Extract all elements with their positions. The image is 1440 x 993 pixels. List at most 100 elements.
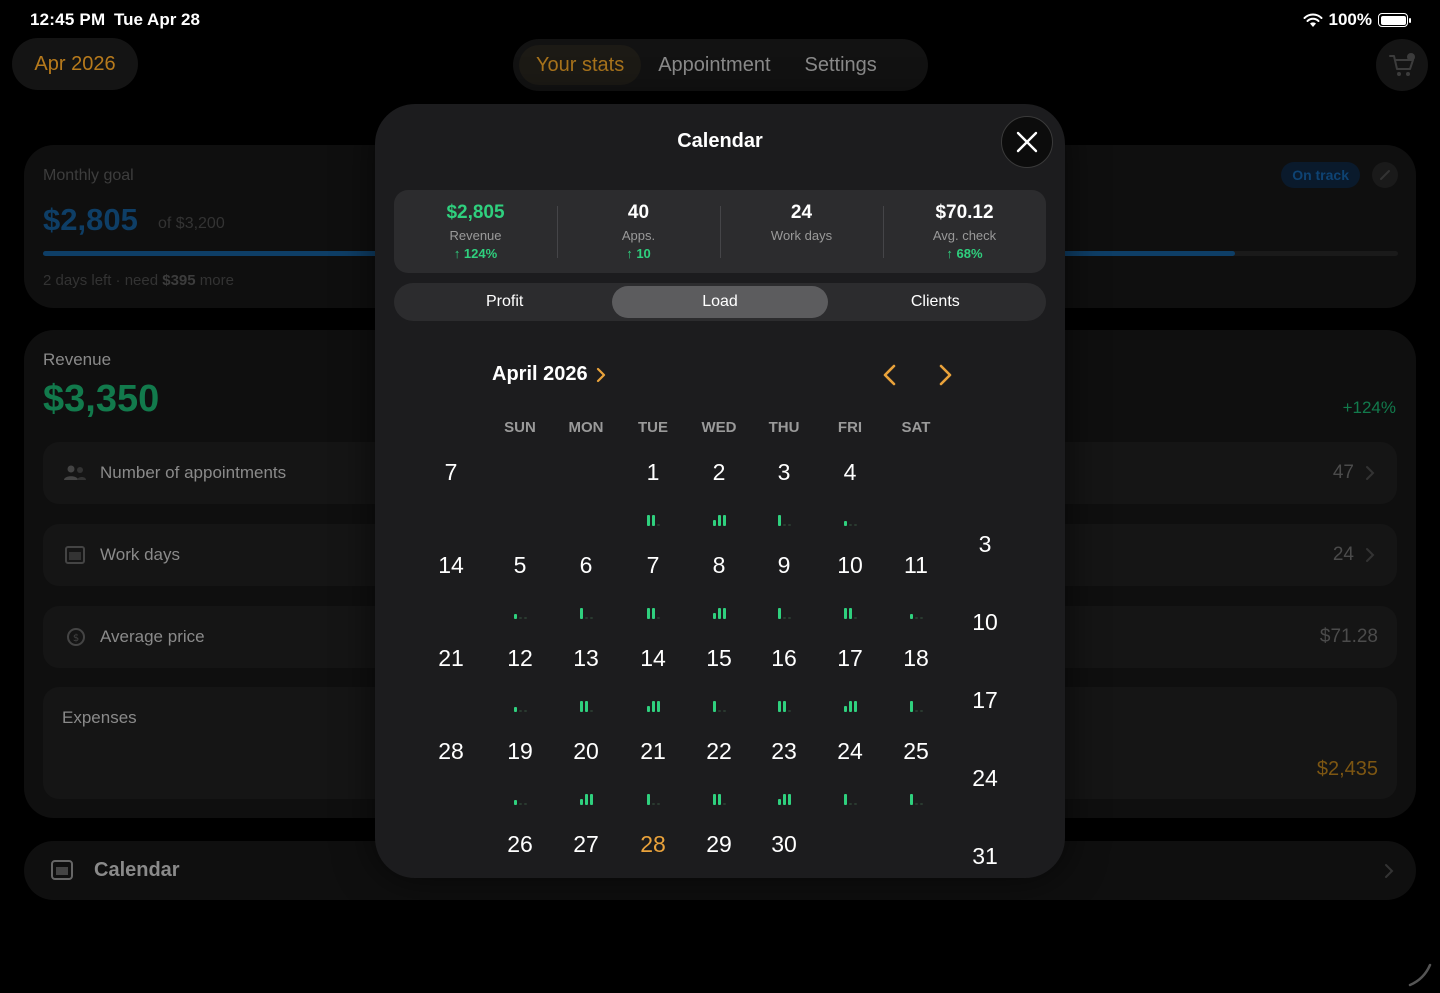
day-cell[interactable]: 2: [686, 459, 752, 486]
chevron-right-icon: [1366, 466, 1375, 480]
load-indicator: [910, 614, 923, 619]
load-indicator: [778, 608, 791, 619]
day-cell[interactable]: 3: [751, 459, 817, 486]
goal-amount: $2,805: [43, 202, 138, 237]
stat-delta: ↑ 124%: [453, 246, 498, 261]
load-bar: [713, 613, 716, 619]
load-bar: [585, 794, 588, 805]
day-cell[interactable]: 8: [686, 552, 752, 579]
revenue-amount: $3,350: [43, 378, 160, 420]
day-cell[interactable]: 23: [751, 738, 817, 765]
load-indicator: [844, 608, 857, 619]
day-cell[interactable]: 12: [487, 645, 553, 672]
edit-goal-button[interactable]: [1372, 162, 1398, 188]
load-bar: [723, 608, 726, 619]
day-cell[interactable]: 10: [817, 552, 883, 579]
day-cell[interactable]: 21: [620, 738, 686, 765]
day-cell[interactable]: 22: [686, 738, 752, 765]
tab-appointment[interactable]: Appointment: [641, 45, 787, 85]
load-bar: [519, 803, 522, 805]
day-cell[interactable]: 15: [686, 645, 752, 672]
load-bar: [849, 701, 852, 712]
load-indicator: [514, 800, 527, 805]
load-indicator: [778, 515, 791, 526]
day-cell[interactable]: 17: [817, 645, 883, 672]
day-cell[interactable]: 1: [620, 459, 686, 486]
next-month-button[interactable]: [935, 362, 955, 388]
row-label: Work days: [100, 545, 180, 564]
day-cell[interactable]: 5: [487, 552, 553, 579]
load-bar: [920, 803, 923, 805]
previous-month-button[interactable]: [880, 362, 900, 388]
load-bar: [590, 794, 593, 805]
day-cell[interactable]: 26: [487, 831, 553, 858]
segment-load[interactable]: Load: [612, 286, 828, 318]
day-cell-ghost: 14: [438, 552, 464, 578]
day-cell[interactable]: 30: [751, 831, 817, 858]
day-cell[interactable]: 9: [751, 552, 817, 579]
day-cell[interactable]: 4: [817, 459, 883, 486]
stat-value: $70.12: [935, 202, 994, 223]
load-bar: [910, 614, 913, 619]
day-cell[interactable]: 18: [883, 645, 949, 672]
load-indicator: [844, 521, 857, 526]
load-bar: [652, 608, 655, 619]
cart-icon: [1389, 53, 1415, 76]
day-cell-today[interactable]: 28: [620, 831, 686, 858]
day-cell-ghost: 17: [972, 687, 998, 713]
status-right: 100%: [1303, 10, 1411, 30]
day-cell[interactable]: 13: [553, 645, 619, 672]
load-bar: [647, 608, 650, 619]
day-cell-ghost: 7: [444, 459, 458, 485]
cart-button[interactable]: [1376, 39, 1428, 91]
month-picker-button[interactable]: April 2026: [492, 363, 606, 386]
status-badge: On track: [1281, 162, 1360, 188]
load-indicator: [910, 794, 923, 805]
load-indicator: [580, 794, 593, 805]
calendar-modal: Calendar $2,805 Revenue ↑ 124% 40 Apps. …: [375, 104, 1065, 878]
day-cell[interactable]: 16: [751, 645, 817, 672]
stat-work-days: 24 Work days: [720, 190, 883, 273]
load-bar: [723, 803, 726, 805]
load-bar: [585, 701, 588, 712]
load-bar: [524, 617, 527, 619]
load-indicator: [647, 701, 660, 712]
day-cell[interactable]: 27: [553, 831, 619, 858]
weekday-fri: FRI: [837, 419, 863, 436]
day-cell[interactable]: 11: [883, 552, 949, 579]
day-cell[interactable]: 7: [620, 552, 686, 579]
month-selector[interactable]: Apr 2026: [12, 38, 138, 90]
top-tab-bar: Your stats Appointment Settings: [513, 39, 928, 91]
load-indicator: [647, 608, 660, 619]
load-indicator: [713, 515, 726, 526]
load-bar: [713, 794, 716, 805]
load-bar: [718, 710, 721, 712]
calendar-grid-icon: [65, 546, 85, 564]
segment-clients[interactable]: Clients: [828, 286, 1043, 318]
stat-value: 40: [627, 202, 650, 223]
day-cell[interactable]: 14: [620, 645, 686, 672]
day-cell[interactable]: 24: [817, 738, 883, 765]
load-bar: [657, 803, 660, 805]
day-cell-ghost: 21: [438, 645, 464, 671]
segment-profit[interactable]: Profit: [397, 286, 612, 318]
load-bar: [590, 710, 593, 712]
day-cell[interactable]: 25: [883, 738, 949, 765]
tab-your-stats[interactable]: Your stats: [519, 45, 642, 85]
day-cell[interactable]: 20: [553, 738, 619, 765]
day-cell[interactable]: 19: [487, 738, 553, 765]
stat-value: $2,805: [446, 202, 505, 223]
metric-segmented-control: Profit Load Clients: [394, 283, 1046, 321]
load-bar: [849, 803, 852, 805]
load-bar: [854, 524, 857, 526]
stat-delta: ↑ 10: [626, 246, 651, 261]
price-icon: $: [67, 628, 85, 646]
load-bar: [915, 803, 918, 805]
day-cell[interactable]: 29: [686, 831, 752, 858]
close-button[interactable]: [1001, 116, 1053, 168]
load-indicator: [778, 794, 791, 805]
tab-settings[interactable]: Settings: [788, 45, 894, 85]
day-cell[interactable]: 6: [553, 552, 619, 579]
load-indicator: [514, 614, 527, 619]
load-bar: [788, 710, 791, 712]
